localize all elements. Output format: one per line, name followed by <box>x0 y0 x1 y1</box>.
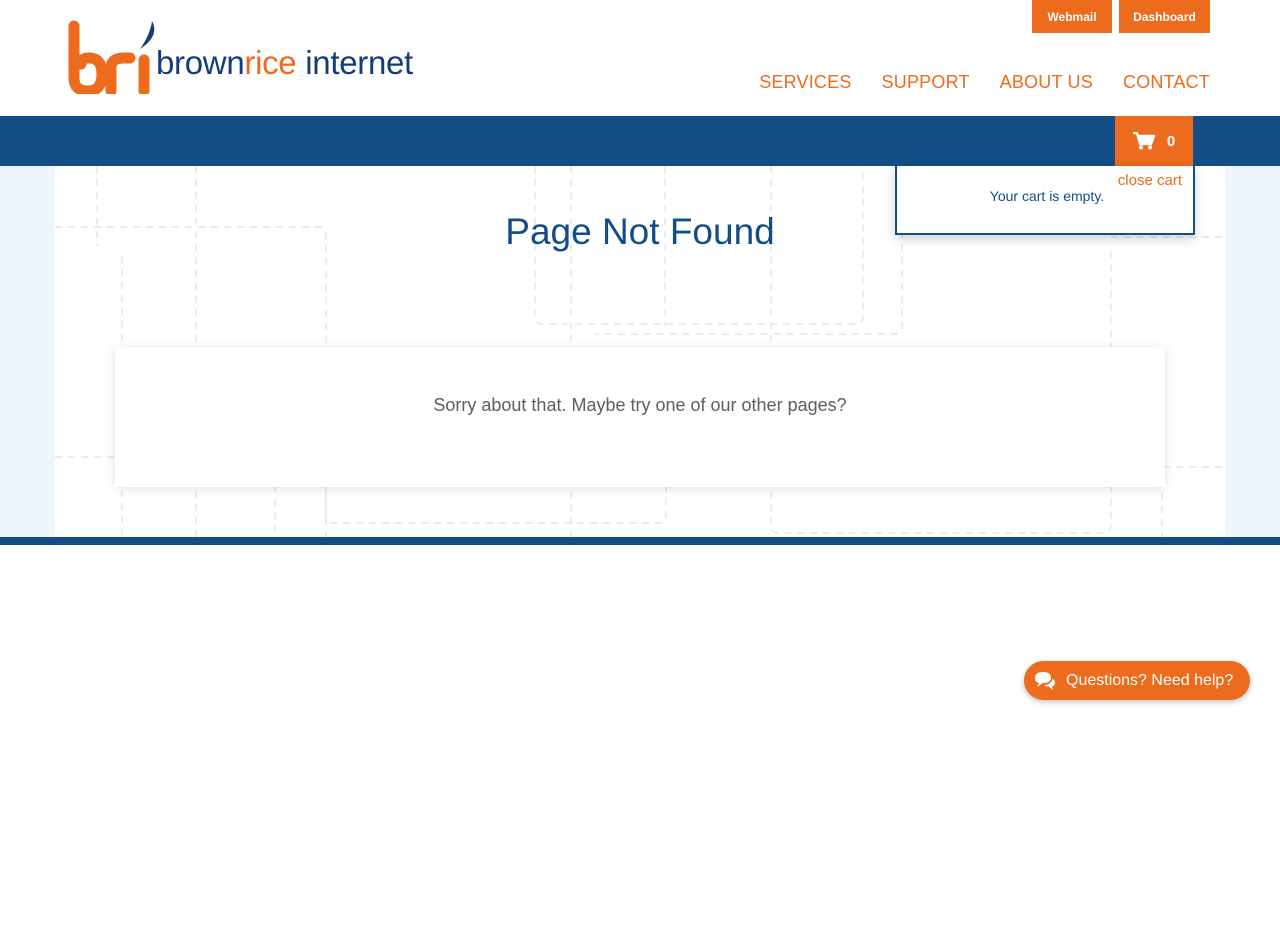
chat-help-button[interactable]: Questions? Need help? <box>1024 661 1250 700</box>
cart-dropdown: close cart Your cart is empty. <box>895 166 1195 235</box>
cart-count: 0 <box>1166 132 1176 150</box>
dashboard-button[interactable]: Dashboard <box>1119 0 1210 33</box>
nav-services[interactable]: SERVICES <box>759 72 851 93</box>
main-nav: SERVICES SUPPORT ABOUT US CONTACT <box>759 72 1210 93</box>
nav-bar-strip <box>0 116 1280 166</box>
chat-help-label: Questions? Need help? <box>1066 671 1234 689</box>
cart-button[interactable]: 0 <box>1115 116 1193 166</box>
nav-contact[interactable]: CONTACT <box>1123 72 1210 93</box>
not-found-message: Sorry about that. Maybe try one of our o… <box>433 395 847 415</box>
message-card: Sorry about that. Maybe try one of our o… <box>115 347 1165 487</box>
webmail-button[interactable]: Webmail <box>1032 0 1112 33</box>
brand-logo[interactable]: brownrice internet <box>68 18 448 97</box>
chat-bubbles-icon <box>1035 671 1055 690</box>
cart-empty-message: Your cart is empty. <box>989 188 1105 204</box>
content-bottom-rule <box>0 537 1280 545</box>
shopping-cart-icon <box>1132 132 1155 150</box>
brand-wordmark: brownrice internet <box>156 44 413 81</box>
bri-logo-mark <box>68 20 155 97</box>
site-header: brownrice internet Webmail Dashboard SER… <box>0 0 1280 116</box>
close-cart-link[interactable]: close cart <box>1118 172 1182 189</box>
nav-about-us[interactable]: ABOUT US <box>1000 72 1093 93</box>
nav-support[interactable]: SUPPORT <box>882 72 970 93</box>
